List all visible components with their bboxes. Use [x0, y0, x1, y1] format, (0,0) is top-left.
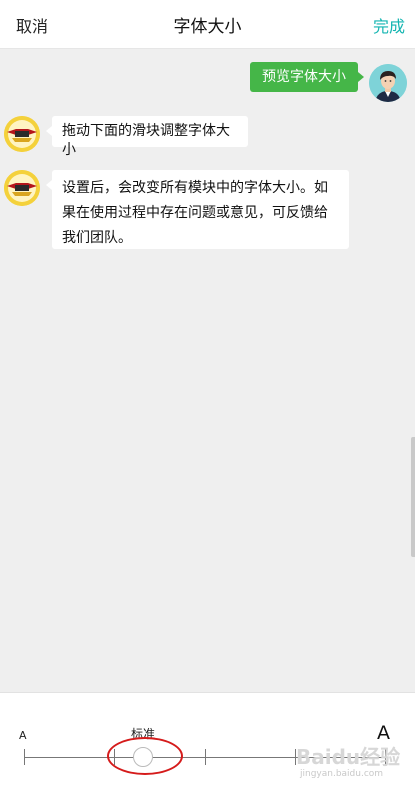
- scrollbar-handle[interactable]: [411, 437, 415, 557]
- nav-bar: 取消 字体大小 完成: [0, 0, 415, 49]
- bot-message-bubble: 设置后，会改变所有模块中的字体大小。如果在使用过程中存在问题或意见，可反馈给我们…: [46, 170, 349, 249]
- font-size-panel: A 标准 A Baidu经验 jingyan.baidu.com: [0, 692, 415, 798]
- watermark-sub: jingyan.baidu.com: [300, 769, 384, 779]
- page-title: 字体大小: [173, 17, 242, 37]
- bot-message-bubble: 拖动下面的滑块调整字体大小: [46, 116, 248, 158]
- bot-badge-icon: [4, 170, 40, 206]
- self-message-bubble: 预览字体大小: [250, 62, 364, 92]
- done-button[interactable]: 完成: [373, 13, 405, 37]
- slider-tick[interactable]: [24, 749, 25, 765]
- chat-preview: 预览字体大小 拖动下面的滑块调整字体大小 设置后，会改变所有模块中的字体大小。如…: [0, 48, 415, 692]
- self-message-row: 预览字体大小: [0, 62, 415, 102]
- bot-badge-icon: [4, 116, 40, 152]
- small-font-label: A: [19, 729, 27, 742]
- watermark-text: Baidu经验: [296, 745, 401, 769]
- annotation-ellipse: [107, 737, 183, 775]
- user-avatar-icon: [369, 64, 407, 102]
- slider-tick[interactable]: [205, 749, 206, 765]
